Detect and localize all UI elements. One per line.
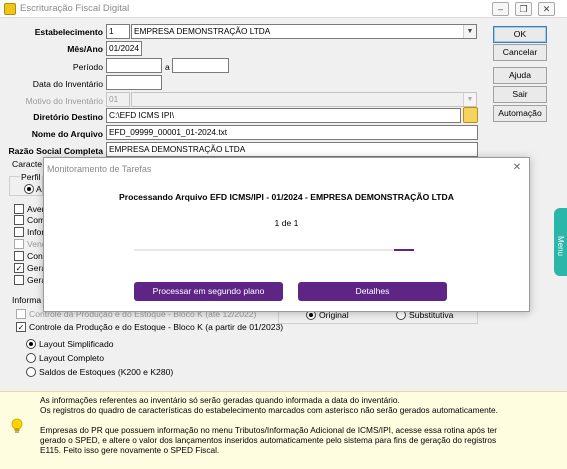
- processar-segundo-plano-button[interactable]: Processar em segundo plano: [134, 282, 283, 301]
- layout-completo-radio[interactable]: [26, 353, 36, 363]
- checkbox[interactable]: [14, 251, 24, 261]
- checkbox-label: Aver: [27, 204, 45, 214]
- checkbox[interactable]: [14, 204, 24, 214]
- info-panel: As informações referentes ao inventário …: [0, 391, 567, 469]
- mes-ano-input[interactable]: 01/2024: [106, 41, 142, 56]
- periodo-start-input[interactable]: [106, 58, 162, 73]
- estabelecimento-label: Estabelecimento: [34, 27, 103, 37]
- estabelecimento-code-input[interactable]: 1: [106, 24, 130, 39]
- app-icon: [4, 3, 16, 15]
- info-line: Os registros do quadro de característica…: [40, 405, 498, 415]
- informacoes-groupbox-label: Informa: [12, 295, 42, 305]
- caracteristicas-groupbox-label: Caracte: [12, 159, 43, 169]
- restore-button[interactable]: ❐: [515, 2, 532, 16]
- layout-simplificado-radio[interactable]: [26, 339, 36, 349]
- progress-track: [134, 249, 414, 251]
- chevron-down-icon[interactable]: ▼: [463, 25, 476, 38]
- checkbox[interactable]: [14, 215, 24, 225]
- perfil-a-radio[interactable]: [24, 184, 34, 194]
- layout-simplificado-label: Layout Simplificado: [39, 339, 114, 349]
- data-inventario-input[interactable]: [106, 75, 162, 90]
- bloco-k-apartir-label: Controle da Produção e do Estoque - Bloc…: [29, 322, 284, 332]
- checkbox: [14, 239, 24, 249]
- perfil-label: Perfil: [20, 172, 42, 182]
- chevron-down-icon: ▼: [463, 93, 476, 106]
- diretorio-label: Diretório Destino: [33, 112, 103, 122]
- info-line: Empresas do PR que possuem informação no…: [40, 425, 498, 435]
- nome-arquivo-input[interactable]: EFD_09999_00001_01-2024.txt: [106, 125, 478, 140]
- cancelar-button[interactable]: Cancelar: [493, 44, 547, 61]
- progress-fill: [394, 249, 414, 251]
- window-title: Escrituração Fiscal Digital: [20, 3, 130, 14]
- automacao-button[interactable]: Automação: [493, 105, 547, 122]
- checked-checkbox[interactable]: ✓: [14, 263, 24, 273]
- close-button[interactable]: ✕: [538, 2, 555, 16]
- nome-arquivo-label: Nome do Arquivo: [31, 129, 103, 139]
- estabelecimento-select[interactable]: EMPRESA DEMONSTRAÇÃO LTDA ▼: [131, 24, 477, 39]
- task-counter: 1 de 1: [274, 218, 299, 228]
- dialog-title: Monitoramento de Tarefas: [47, 164, 152, 174]
- periodo-end-input[interactable]: [172, 58, 229, 73]
- periodo-separator: a: [165, 62, 170, 72]
- folder-icon[interactable]: [463, 107, 478, 123]
- side-menu-label: Menu: [556, 235, 565, 256]
- info-line: E115. Feito isso gere novamente o SPED F…: [40, 445, 220, 455]
- mes-ano-label: Mês/Ano: [67, 44, 103, 54]
- minimize-button[interactable]: –: [492, 2, 509, 16]
- checkbox[interactable]: [14, 227, 24, 237]
- side-menu-tab[interactable]: Menu: [554, 208, 567, 276]
- estabelecimento-name: EMPRESA DEMONSTRAÇÃO LTDA: [134, 26, 271, 36]
- ok-button[interactable]: OK: [493, 26, 547, 43]
- title-bar: Escrituração Fiscal Digital – ❐ ✕: [0, 0, 567, 18]
- razao-social-input[interactable]: EMPRESA DEMONSTRAÇÃO LTDA: [106, 142, 478, 157]
- info-line: As informações referentes ao inventário …: [40, 395, 400, 405]
- lightbulb-icon: [11, 418, 23, 433]
- checkbox-label: Infor: [27, 227, 45, 237]
- detalhes-button[interactable]: Detalhes: [298, 282, 447, 301]
- perfil-a-label: A: [36, 184, 42, 194]
- info-line: gerado o SPED, e altere o valor dos lanç…: [40, 435, 497, 445]
- motivo-inventario-select: ▼: [131, 92, 477, 107]
- saldos-estoques-label: Saldos de Estoques (K200 e K280): [39, 367, 174, 377]
- razao-social-label: Razão Social Completa: [8, 146, 103, 156]
- saldos-estoques-radio[interactable]: [26, 367, 36, 377]
- dialog-message: Processando Arquivo EFD ICMS/IPI - 01/20…: [119, 192, 454, 202]
- sair-button[interactable]: Sair: [493, 86, 547, 103]
- checked-checkbox[interactable]: ✓: [16, 322, 26, 332]
- motivo-inventario-code: 01: [106, 92, 130, 107]
- layout-completo-label: Layout Completo: [39, 353, 104, 363]
- checkbox: [16, 309, 26, 319]
- ajuda-button[interactable]: Ajuda: [493, 67, 547, 84]
- checkbox[interactable]: [14, 275, 24, 285]
- close-icon[interactable]: ✕: [511, 162, 523, 174]
- data-inventario-label: Data do Inventário: [32, 79, 103, 89]
- periodo-label: Período: [72, 62, 103, 72]
- task-monitor-dialog: Monitoramento de Tarefas ✕ Processando A…: [43, 157, 530, 312]
- motivo-inventario-label: Motivo do Inventário: [25, 96, 103, 106]
- diretorio-input[interactable]: C:\EFD ICMS IPI\: [106, 108, 461, 123]
